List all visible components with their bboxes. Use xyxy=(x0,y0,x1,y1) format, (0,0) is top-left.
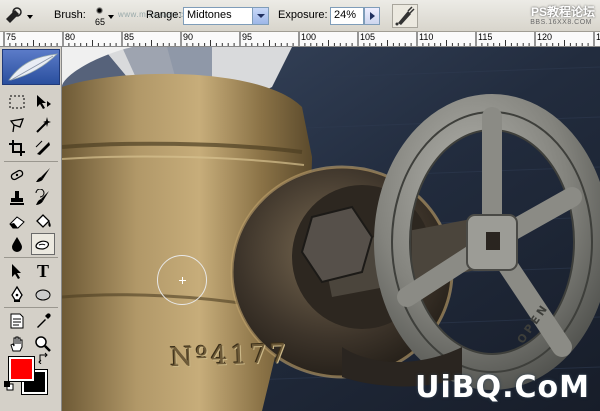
brush-cursor xyxy=(157,255,207,305)
swap-colors-icon[interactable] xyxy=(38,352,50,367)
toolbox-divider xyxy=(4,307,58,308)
eyedropper-tool[interactable] xyxy=(31,310,55,332)
exposure-value: 24% xyxy=(334,9,357,21)
chevron-down-icon xyxy=(108,15,114,19)
ruler-label: 75 xyxy=(6,32,17,42)
brush-label: Brush: xyxy=(54,9,86,21)
blur-tool-icon xyxy=(12,237,22,252)
ruler-ticks xyxy=(3,32,595,46)
range-label: Range: xyxy=(146,9,182,21)
notes-tool-icon xyxy=(10,313,24,329)
toolbox: T xyxy=(0,47,62,411)
range-select[interactable]: Midtones xyxy=(183,7,269,25)
healing-brush-icon xyxy=(10,169,24,181)
zoom-tool-icon xyxy=(35,336,51,352)
watermark-ps-url: BBS.16XX8.COM xyxy=(530,19,592,26)
brush-tool[interactable] xyxy=(31,164,55,186)
tool-preset-picker[interactable] xyxy=(3,5,43,27)
type-tool[interactable]: T xyxy=(31,260,55,282)
shape-tool[interactable] xyxy=(31,283,55,305)
airbrush-icon xyxy=(395,6,415,26)
airbrush-toggle[interactable] xyxy=(392,4,418,28)
hand-tool-icon xyxy=(10,336,23,352)
options-bar: Brush: 65 www.missyuan.com Range: Midton… xyxy=(0,0,600,32)
brush-tip-icon xyxy=(96,7,103,14)
exposure-slider-button[interactable] xyxy=(364,7,380,25)
slice-tool-icon xyxy=(35,140,50,155)
ruler-label: 90 xyxy=(183,32,194,42)
document-canvas[interactable]: Nº4177 OPEN UiBQ.CoM xyxy=(62,47,600,411)
ruler-label: 85 xyxy=(124,32,135,42)
pipe-stamp-text: Nº4177 xyxy=(169,338,290,374)
move-tool[interactable] xyxy=(31,91,55,113)
blur-tool[interactable] xyxy=(5,233,29,255)
paint-bucket-icon xyxy=(36,214,51,228)
ruler-label: 115 xyxy=(478,32,493,42)
chevron-down-icon xyxy=(252,8,268,24)
healing-brush-tool[interactable] xyxy=(5,164,29,186)
brush-tool-icon xyxy=(36,168,50,182)
pen-tool[interactable] xyxy=(5,283,29,305)
default-colors-icon[interactable] xyxy=(4,381,14,391)
paint-bucket-tool[interactable] xyxy=(31,210,55,232)
exposure-input[interactable]: 24% xyxy=(330,7,364,25)
shape-tool-icon xyxy=(35,289,51,301)
clone-stamp-icon xyxy=(10,191,24,205)
ruler-label: 110 xyxy=(419,32,434,42)
history-brush-icon xyxy=(35,189,49,205)
ruler-label: 120 xyxy=(537,32,553,42)
hand-tool[interactable] xyxy=(5,333,29,355)
exposure-label: Exposure: xyxy=(278,9,328,21)
photo-image xyxy=(62,47,600,411)
notes-tool[interactable] xyxy=(5,310,29,332)
ruler-label: 105 xyxy=(360,32,376,42)
path-selection-tool[interactable] xyxy=(5,260,29,282)
horizontal-ruler[interactable]: 75 80 85 90 95 100 105 110 115 120 125 xyxy=(0,32,600,47)
history-brush-tool[interactable] xyxy=(31,187,55,209)
crop-tool[interactable] xyxy=(5,137,29,159)
range-value: Midtones xyxy=(187,9,232,21)
clone-stamp-tool[interactable] xyxy=(5,187,29,209)
magic-wand-tool[interactable] xyxy=(31,114,55,136)
pen-tool-icon xyxy=(11,285,23,302)
brush-size: 65 xyxy=(95,17,106,27)
brush-preset-picker[interactable]: 65 xyxy=(84,3,114,29)
feather-logo-icon xyxy=(8,53,59,81)
dodge-burn-tool-icon xyxy=(35,240,49,250)
watermark-uibq: UiBQ.CoM xyxy=(415,370,590,405)
move-tool-icon xyxy=(37,95,51,109)
toolbox-divider xyxy=(4,161,58,162)
toolbox-divider xyxy=(4,257,58,258)
marquee-tool-icon xyxy=(9,95,25,109)
magic-wand-icon xyxy=(36,117,51,133)
crop-tool-icon xyxy=(9,140,25,156)
ruler-label: 125 xyxy=(596,32,600,42)
lasso-tool[interactable] xyxy=(5,114,29,136)
ruler-label: 100 xyxy=(301,32,317,42)
eraser-tool-icon xyxy=(9,216,25,229)
ruler-label: 95 xyxy=(242,32,253,42)
eraser-tool[interactable] xyxy=(5,210,29,232)
adobe-online-button[interactable] xyxy=(2,49,60,85)
type-tool-icon: T xyxy=(36,260,49,281)
path-selection-icon xyxy=(12,264,21,279)
slice-tool[interactable] xyxy=(31,137,55,159)
eyedropper-icon xyxy=(37,313,51,328)
watermark-ps: PS教程论坛 xyxy=(530,5,595,19)
marquee-tool[interactable] xyxy=(5,91,29,113)
lasso-tool-icon xyxy=(9,118,25,133)
ruler-label: 80 xyxy=(65,32,76,42)
foreground-color-swatch[interactable] xyxy=(8,356,35,382)
dodge-burn-tool[interactable] xyxy=(31,233,55,255)
